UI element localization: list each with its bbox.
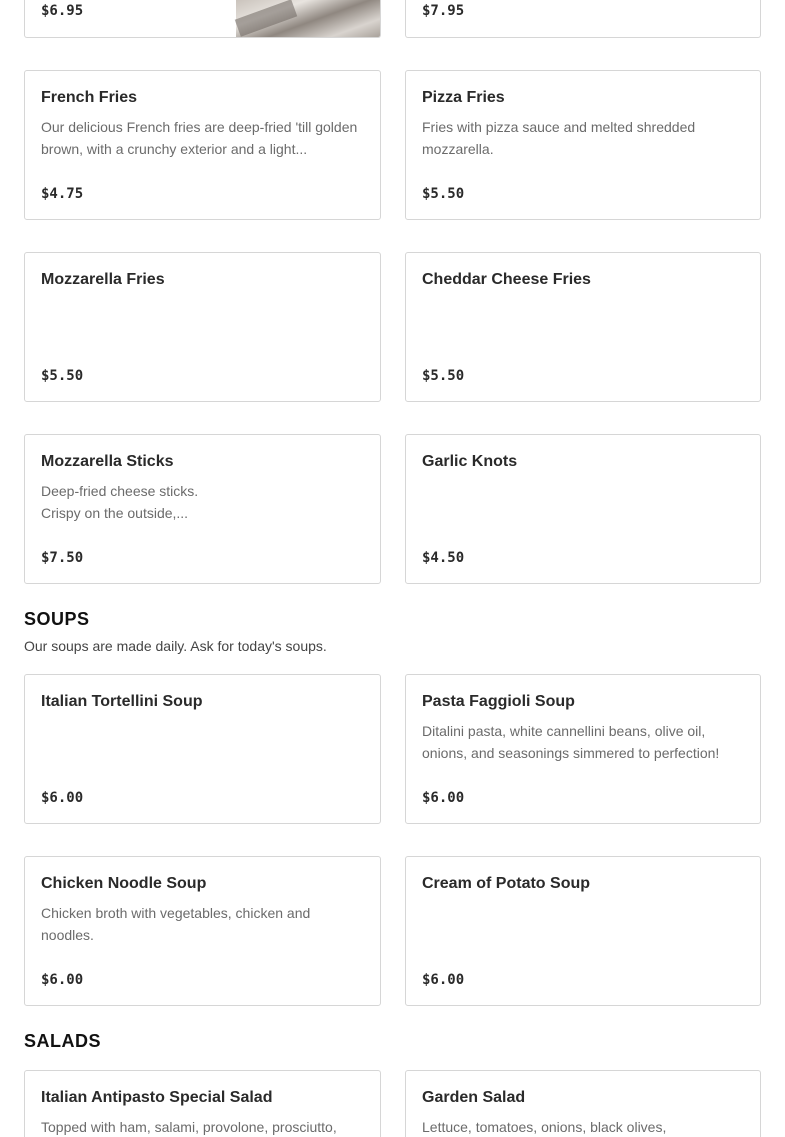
- section-title-salads: SALADS: [24, 1031, 102, 1051]
- item-price: $6.00: [41, 972, 84, 988]
- item-name: Mozzarella Fries: [41, 271, 165, 288]
- section-description-soups: Our soups are made daily. Ask for today'…: [24, 638, 327, 654]
- menu-item-card[interactable]: Pasta Faggioli Soup Ditalini pasta, whit…: [405, 674, 761, 824]
- item-price: $5.50: [422, 186, 465, 202]
- item-price: $7.95: [422, 3, 465, 19]
- item-description: Our delicious French fries are deep-frie…: [41, 119, 358, 157]
- item-description: Topped with ham, salami, provolone, pros…: [41, 1119, 337, 1135]
- item-price: $4.75: [41, 186, 84, 202]
- menu-item-card[interactable]: Mozzarella Fries $5.50: [24, 252, 381, 402]
- item-name: Pasta Faggioli Soup: [422, 693, 575, 710]
- menu-item-card[interactable]: Pizza Fries Fries with pizza sauce and m…: [405, 70, 761, 220]
- item-price: $7.50: [41, 550, 84, 566]
- menu-item-card[interactable]: Cheddar Cheese Fries $5.50: [405, 252, 761, 402]
- item-name: Chicken Noodle Soup: [41, 875, 207, 892]
- item-name: Garlic Knots: [422, 453, 518, 470]
- item-price: $6.00: [41, 790, 84, 806]
- item-name: Cheddar Cheese Fries: [422, 271, 591, 288]
- item-name: Italian Antipasto Special Salad: [41, 1089, 273, 1106]
- item-price: $4.50: [422, 550, 465, 566]
- item-description: Ditalini pasta, white cannellini beans, …: [422, 723, 720, 761]
- item-name: Pizza Fries: [422, 89, 505, 106]
- menu-item-card[interactable]: Italian Tortellini Soup $6.00: [24, 674, 381, 824]
- item-price: $6.00: [422, 790, 465, 806]
- item-photo: [236, 0, 380, 37]
- menu-item-card[interactable]: French Fries Our delicious French fries …: [24, 70, 381, 220]
- menu-item-card[interactable]: $6.95: [24, 0, 381, 38]
- item-name: French Fries: [41, 89, 138, 106]
- item-name: Garden Salad: [422, 1089, 526, 1106]
- menu-item-card[interactable]: Mozzarella Sticks Deep-fried cheese stic…: [24, 434, 381, 584]
- item-name: Cream of Potato Soup: [422, 875, 591, 892]
- menu-item-card[interactable]: Cream of Potato Soup $6.00: [405, 856, 761, 1006]
- item-description: Fries with pizza sauce and melted shredd…: [422, 119, 696, 157]
- section-title-soups: SOUPS: [24, 609, 90, 629]
- item-price: $5.50: [422, 368, 465, 384]
- item-name: Italian Tortellini Soup: [41, 693, 203, 710]
- item-description: Chicken broth with vegetables, chicken a…: [41, 905, 311, 943]
- menu-item-card[interactable]: Italian Antipasto Special Salad Topped w…: [24, 1070, 381, 1137]
- menu-item-card[interactable]: Chicken Noodle Soup Chicken broth with v…: [24, 856, 381, 1006]
- menu-item-card[interactable]: Garden Salad Lettuce, tomatoes, onions, …: [405, 1070, 761, 1137]
- item-name: Mozzarella Sticks: [41, 453, 174, 470]
- item-price: $6.00: [422, 972, 465, 988]
- item-price: $5.50: [41, 368, 84, 384]
- item-price: $6.95: [41, 3, 84, 19]
- menu-item-card[interactable]: $7.95: [405, 0, 761, 38]
- item-description: Deep-fried cheese sticks. Crispy on the …: [41, 483, 199, 521]
- menu-item-card[interactable]: Garlic Knots $4.50: [405, 434, 761, 584]
- item-description: Lettuce, tomatoes, onions, black olives,: [422, 1119, 667, 1135]
